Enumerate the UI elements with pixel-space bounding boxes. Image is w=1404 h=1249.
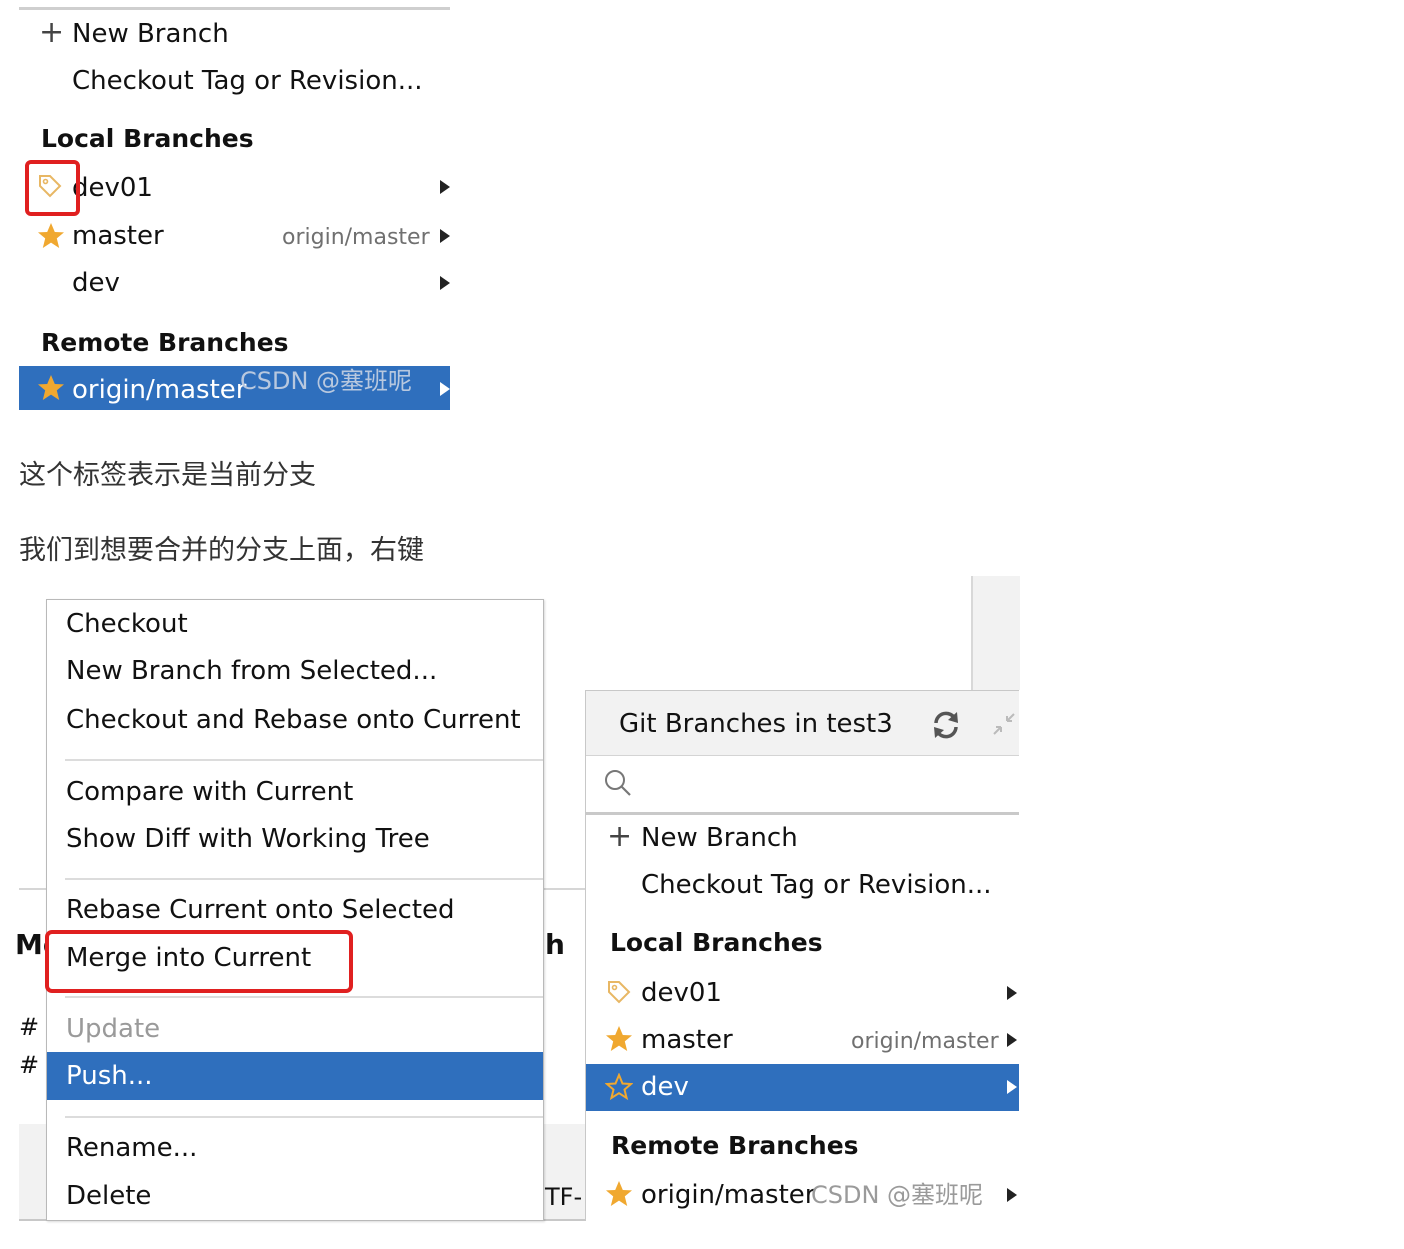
watermark: CSDN @塞班呢 xyxy=(240,367,413,395)
menu-item-checkout[interactable]: Checkout xyxy=(66,607,188,641)
star-icon xyxy=(38,223,64,248)
menu-item-checkout-and-rebase[interactable]: Checkout and Rebase onto Current xyxy=(66,703,521,737)
background-text-fragment: Me xyxy=(15,928,46,961)
search-icon xyxy=(605,770,631,796)
remote-branches-header: Remote Branches xyxy=(611,1131,859,1160)
highlight-box xyxy=(25,160,80,216)
star-icon xyxy=(38,375,64,400)
submenu-arrow-icon xyxy=(1007,1033,1017,1047)
background-panel xyxy=(971,576,1020,690)
checkout-tag-item[interactable]: Checkout Tag or Revision... xyxy=(72,64,423,98)
branch-item-dev[interactable]: dev xyxy=(19,261,450,307)
plus-icon: + xyxy=(607,819,633,854)
menu-item-show-diff[interactable]: Show Diff with Working Tree xyxy=(66,822,430,856)
menu-item-rename[interactable]: Rename... xyxy=(66,1131,197,1165)
branch-name: dev01 xyxy=(72,173,153,203)
branch-item-master[interactable]: master origin/master xyxy=(586,1017,1019,1063)
branch-name: dev xyxy=(641,1072,689,1102)
highlight-box xyxy=(45,930,353,993)
new-branch-item[interactable]: New Branch xyxy=(72,17,229,51)
popup-top-border xyxy=(19,7,450,10)
background-divider xyxy=(542,888,585,890)
branch-name: master xyxy=(641,1025,733,1055)
menu-item-update[interactable]: Update xyxy=(66,1012,160,1046)
background-divider xyxy=(19,888,47,890)
watermark: CSDN @塞班呢 xyxy=(811,1181,984,1209)
menu-item-new-branch-from-selected[interactable]: New Branch from Selected... xyxy=(66,654,437,688)
submenu-arrow-icon xyxy=(440,276,450,290)
menu-item-rebase-current[interactable]: Rebase Current onto Selected xyxy=(66,893,455,927)
remote-branches-header: Remote Branches xyxy=(41,328,289,357)
refresh-icon[interactable] xyxy=(930,709,962,741)
branch-item-origin-master[interactable]: origin/master CSDN @塞班呢 xyxy=(586,1173,1019,1219)
background-status-area xyxy=(19,1124,47,1221)
checkout-tag-item[interactable]: Checkout Tag or Revision... xyxy=(641,868,992,902)
git-branches-popup-snippet: + New Branch Checkout Tag or Revision...… xyxy=(19,0,450,412)
menu-separator xyxy=(65,759,543,761)
branch-name: master xyxy=(72,221,164,251)
paragraph-right-click-note: 我们到想要合并的分支上面，右键 xyxy=(19,535,424,566)
panel-header: Git Branches in test3 xyxy=(586,690,1019,756)
background-text-fragment: # xyxy=(19,1013,40,1041)
menu-item-delete[interactable]: Delete xyxy=(66,1179,151,1213)
paragraph-current-branch-note: 这个标签表示是当前分支 xyxy=(19,460,316,491)
star-icon xyxy=(606,1026,632,1051)
menu-item-compare-with-current[interactable]: Compare with Current xyxy=(66,775,353,809)
local-branches-header: Local Branches xyxy=(41,124,254,153)
search-field[interactable] xyxy=(586,756,1019,815)
submenu-arrow-icon xyxy=(1007,1188,1017,1202)
panel-title: Git Branches in test3 xyxy=(619,709,893,739)
submenu-arrow-icon xyxy=(440,382,450,396)
branch-name: dev01 xyxy=(641,978,722,1008)
branch-item-dev[interactable]: dev xyxy=(586,1064,1019,1111)
submenu-arrow-icon xyxy=(440,229,450,243)
background-text-fragment: # xyxy=(19,1051,40,1079)
collapse-icon[interactable] xyxy=(991,711,1017,737)
branch-name: origin/master xyxy=(641,1180,816,1210)
tracking-branch-label: origin/master xyxy=(851,1029,999,1054)
branch-item-origin-master[interactable]: origin/master CSDN @塞班呢 xyxy=(19,366,450,410)
submenu-arrow-icon xyxy=(440,180,450,194)
menu-separator xyxy=(65,1116,543,1118)
background-text-fragment: TF- xyxy=(545,1183,583,1211)
tag-icon xyxy=(608,981,631,1004)
branch-name: dev xyxy=(72,268,120,298)
branch-context-menu: Checkout New Branch from Selected... Che… xyxy=(46,599,544,1221)
tracking-branch-label: origin/master xyxy=(282,225,430,250)
branch-item-dev01[interactable]: dev01 xyxy=(586,970,1019,1016)
branch-name: origin/master xyxy=(72,375,247,405)
new-branch-item[interactable]: New Branch xyxy=(641,821,798,855)
branch-item-dev01[interactable]: dev01 xyxy=(19,165,450,211)
git-branches-panel: Git Branches in test3 + New Branch Check… xyxy=(585,690,1019,1221)
plus-icon: + xyxy=(39,15,65,50)
local-branches-header: Local Branches xyxy=(610,928,823,957)
menu-separator xyxy=(65,878,543,880)
menu-separator xyxy=(65,996,543,998)
star-outline-icon xyxy=(605,1073,633,1101)
star-icon xyxy=(606,1181,632,1206)
branch-item-master[interactable]: master origin/master xyxy=(19,214,450,260)
background-text-fragment: h xyxy=(545,928,565,961)
menu-item-label: Push... xyxy=(66,1061,153,1091)
submenu-arrow-icon xyxy=(1007,986,1017,1000)
submenu-arrow-icon xyxy=(1007,1080,1017,1094)
menu-item-push[interactable]: Push... xyxy=(47,1052,543,1100)
